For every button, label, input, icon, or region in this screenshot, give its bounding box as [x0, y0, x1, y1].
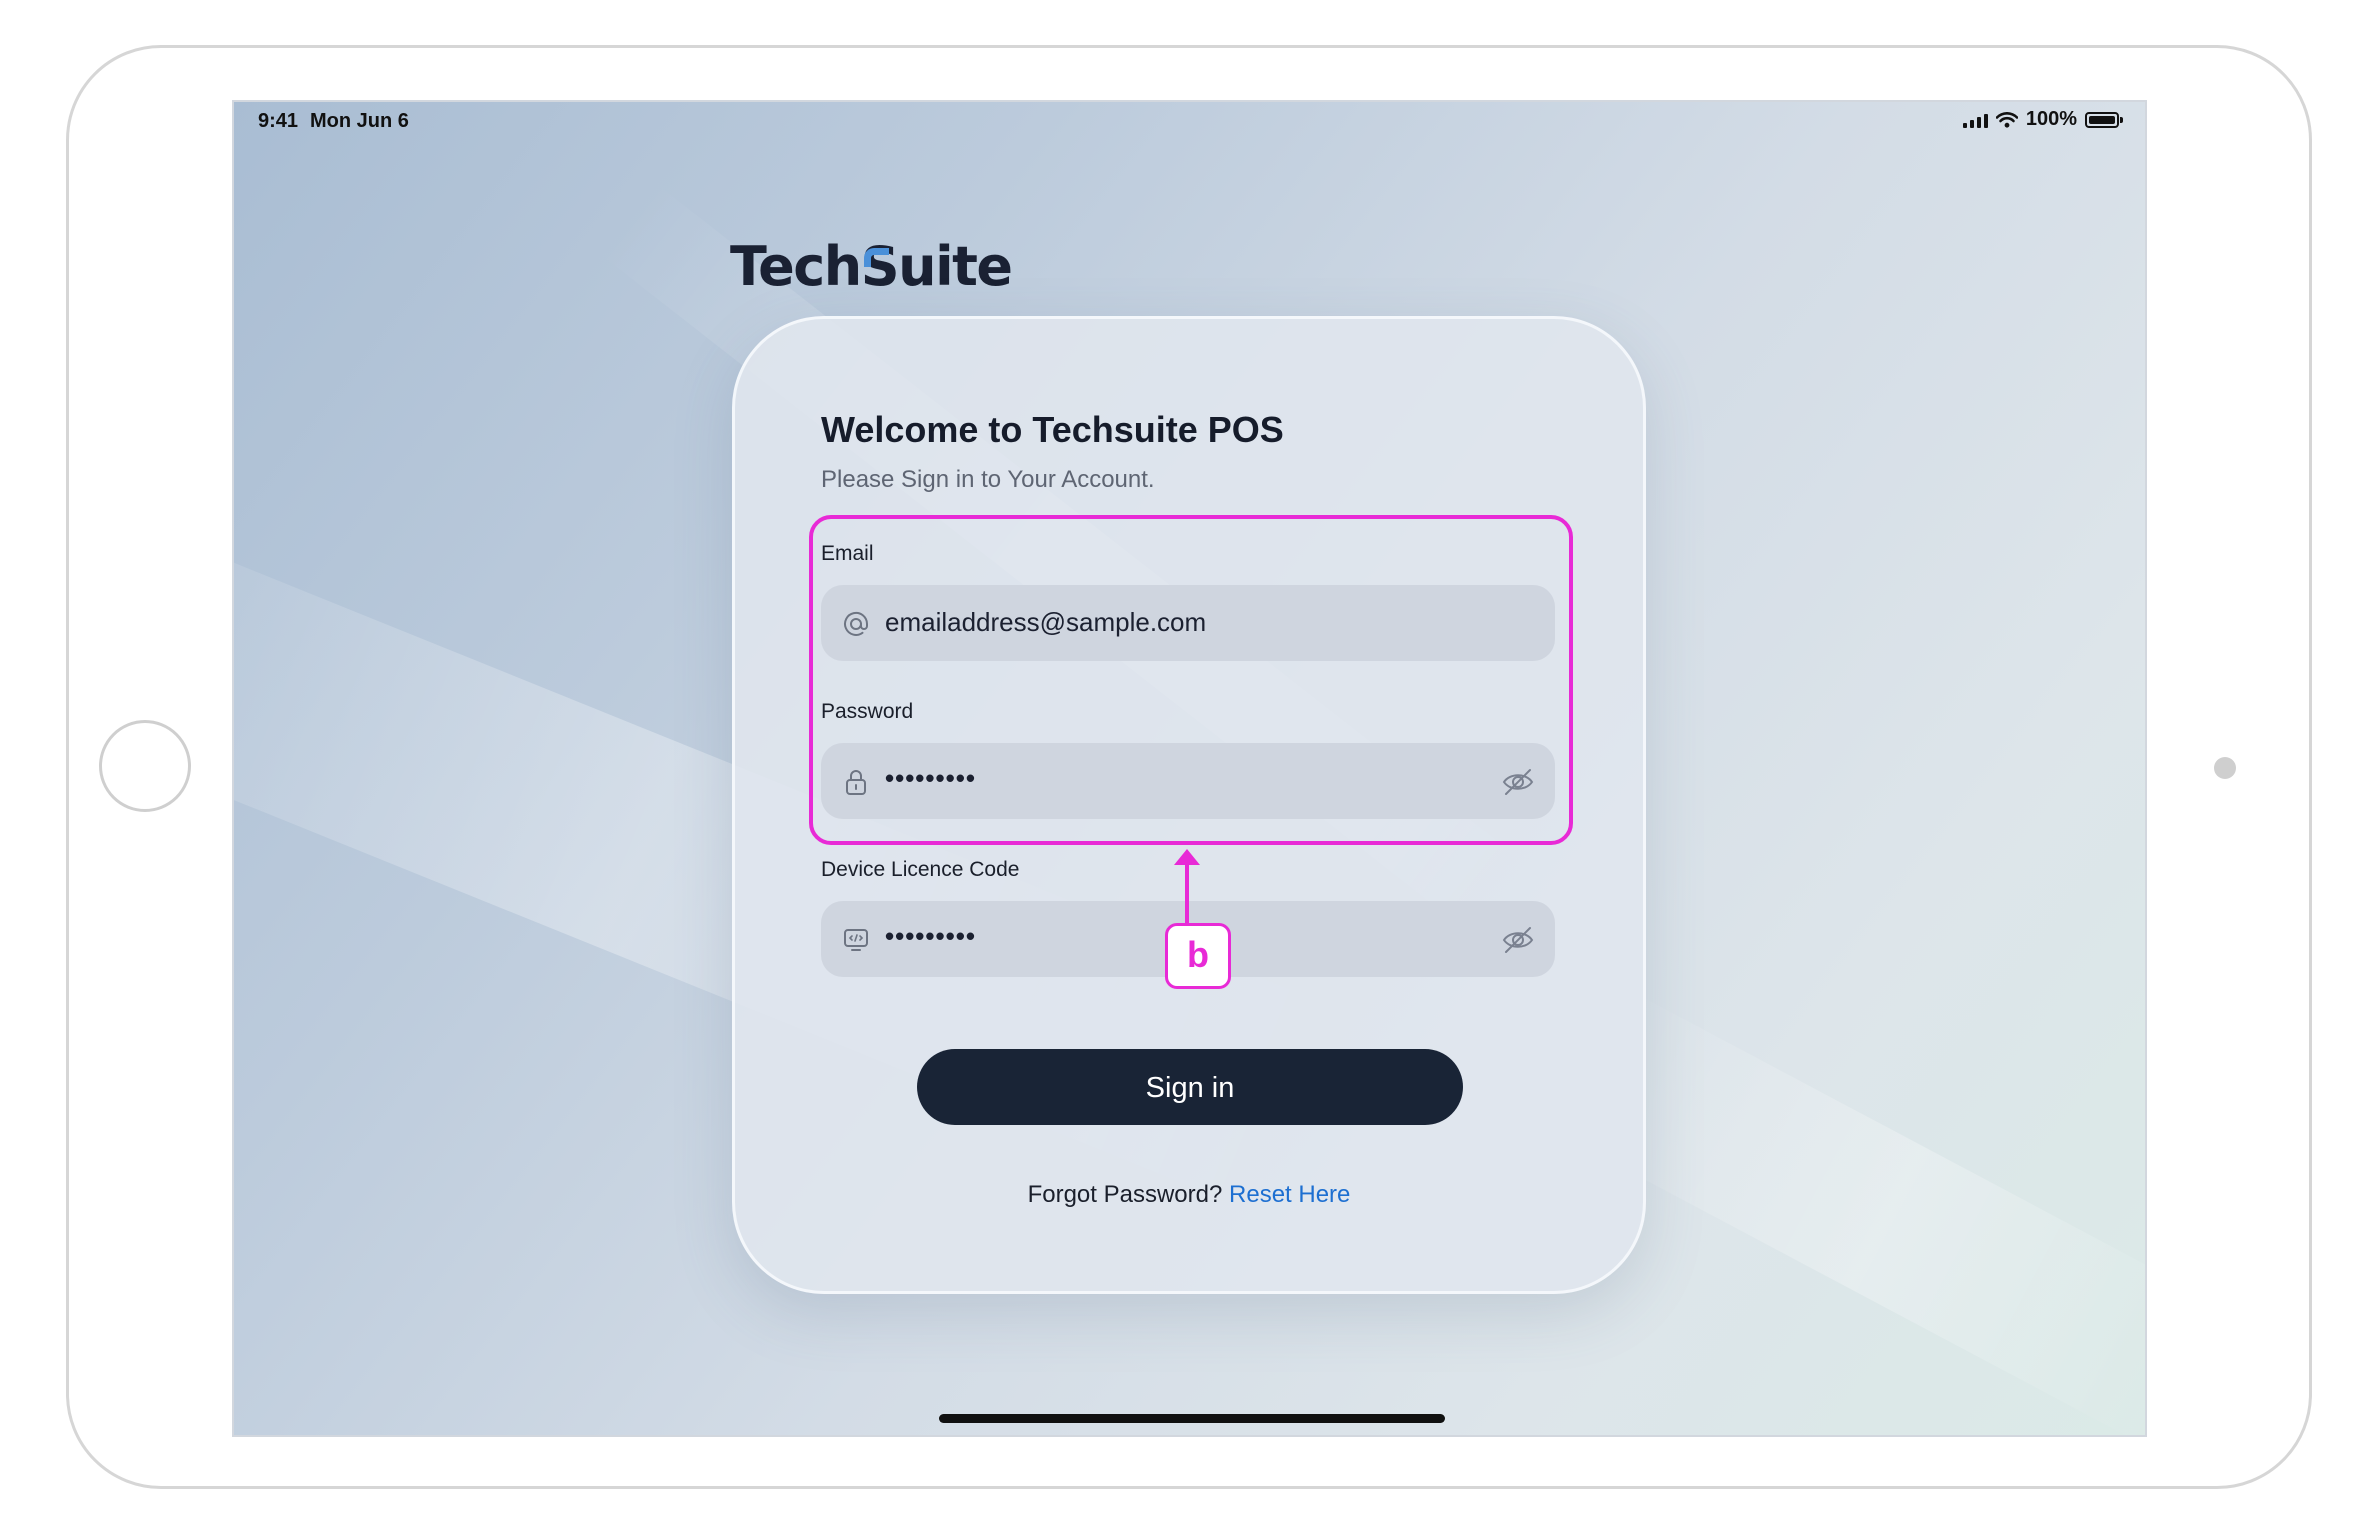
eye-off-icon[interactable] — [1501, 923, 1535, 957]
techsuite-logo: Tech S uite — [730, 234, 1013, 298]
login-card: Welcome to Techsuite POS Please Sign in … — [732, 316, 1646, 1294]
sign-in-button[interactable]: Sign in — [917, 1049, 1463, 1125]
login-subtitle: Please Sign in to Your Account. — [821, 466, 1155, 493]
annotation-arrow-head — [1174, 849, 1200, 865]
front-camera — [2214, 757, 2236, 779]
battery-percent: 100% — [2025, 108, 2077, 130]
forgot-password-text: Forgot Password? — [1027, 1181, 1223, 1208]
licence-value: ••••••••• — [885, 921, 976, 951]
home-indicator[interactable] — [939, 1414, 1445, 1423]
reset-here-link[interactable]: Reset Here — [1229, 1181, 1350, 1208]
cellular-signal-icon — [1962, 112, 1988, 128]
status-date: Mon Jun 6 — [310, 110, 409, 132]
login-title: Welcome to Techsuite POS — [821, 409, 1284, 450]
battery-icon — [2085, 111, 2123, 128]
code-monitor-icon — [844, 929, 868, 951]
forgot-password-row: Forgot Password? Reset Here — [735, 1181, 1643, 1209]
logo-text-part2: uite — [898, 235, 1013, 298]
logo-text-part1: Tech — [730, 235, 862, 298]
status-time: 9:41 — [258, 110, 299, 132]
hardware-home-button[interactable] — [99, 720, 191, 812]
status-indicators: 100% — [1962, 108, 2123, 131]
wifi-icon — [1995, 111, 2018, 128]
annotation-arrow — [1185, 859, 1189, 925]
annotation-highlight-box — [809, 515, 1573, 845]
status-bar: 9:41 Mon Jun 6 100% — [234, 102, 2145, 142]
logo-text-s: S — [860, 235, 900, 298]
annotation-badge: b — [1165, 923, 1231, 989]
tablet-screen: 9:41 Mon Jun 6 100% Tech S uite Welcome … — [232, 100, 2147, 1437]
licence-label: Device Licence Code — [821, 858, 1020, 881]
